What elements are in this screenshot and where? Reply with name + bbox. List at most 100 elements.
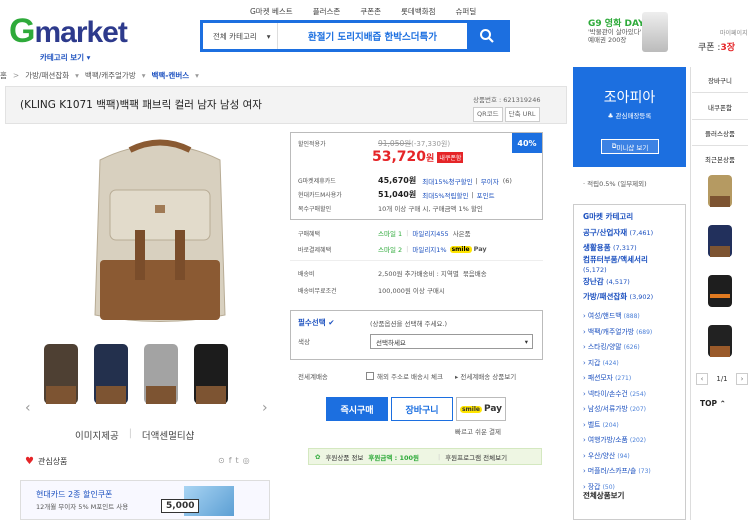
top-nav-best[interactable]: G마켓 베스트	[250, 6, 293, 17]
search-button[interactable]	[467, 23, 507, 49]
overseas-products-link[interactable]: ▸ 전세계배송 상품보기	[455, 371, 516, 381]
chevron-right-icon[interactable]: ›	[735, 373, 748, 385]
top-nav-coupon[interactable]: 쿠폰존	[360, 6, 381, 17]
seller-favorite-button[interactable]: ♣ 관심매장등록	[573, 110, 686, 120]
smile-point-1[interactable]: 스마일 1	[378, 228, 402, 238]
share-icon[interactable]: ⊙	[218, 456, 225, 465]
recent-item-image[interactable]	[704, 222, 736, 258]
category-panel-title: G마켓 카테고리	[583, 212, 634, 221]
thumbnail-brown[interactable]	[40, 338, 82, 408]
subcategory-item[interactable]: › 백팩/캐주얼가방 (689)	[583, 325, 652, 341]
breadcrumb-item[interactable]: 가방/패션잡화	[25, 70, 69, 81]
product-title: (KLING K1071 백팩)백팩 패브릭 컬러 남자 남성 여자	[20, 99, 262, 111]
my-coupon-button[interactable]: 내쿠폰함	[437, 151, 464, 163]
top-nav-plus[interactable]: 플러스존	[313, 6, 341, 17]
seller-panel: 조아피아 ♣ 관심매장등록 ⧉ 미니샵 보기	[573, 67, 686, 167]
easy-pay-label: 빠르고 쉬운 결제	[455, 428, 501, 436]
subcategory-item[interactable]: › 우산/양산 (94)	[583, 449, 652, 465]
add-to-cart-button[interactable]: 장바구니	[391, 397, 453, 421]
gmarket-logo[interactable]: Gmarket	[9, 12, 128, 51]
subcategory-item[interactable]: › 넥타이/손수건 (254)	[583, 387, 652, 403]
subcategory-item[interactable]: › 남성/서류가방 (207)	[583, 402, 652, 418]
thumb-next-arrow-icon[interactable]: ›	[262, 400, 268, 416]
promo-image	[642, 12, 668, 52]
color-select[interactable]: 선택하세요 ▾	[370, 334, 533, 349]
blog-icon[interactable]: ◎	[243, 456, 250, 465]
facebook-icon[interactable]: f	[229, 456, 232, 465]
subcategory-item[interactable]: › 머플러/스카프/숄 (73)	[583, 464, 652, 480]
category-list: 공구/산업자재 (7,461) 생활용품 (7,317) 컴퓨터부품/액세서리(…	[583, 226, 653, 304]
overseas-checkbox[interactable]	[366, 372, 374, 380]
thumbnail-navy[interactable]	[90, 338, 132, 408]
subcategory-item[interactable]: › 벨트 (204)	[583, 418, 652, 434]
card-discount-link[interactable]: 최대15%청구할인	[422, 176, 472, 186]
sale-price-label: 할인적용가	[298, 141, 326, 148]
category-item[interactable]: 공구/산업자재 (7,461)	[583, 226, 653, 241]
interest-free-link[interactable]: 무이자	[481, 176, 499, 186]
breadcrumb-item[interactable]: 백팩/캐주얼가방	[85, 70, 136, 81]
seller-name[interactable]: 조아피아	[573, 87, 686, 107]
multi-buy-desc: 10개 이상 구매 시, 구매금액 1% 할인	[378, 205, 483, 213]
category-item[interactable]: 가방/패션잡화 (3,902)	[583, 290, 653, 305]
mileage-455[interactable]: 마일리지455	[412, 228, 448, 238]
quick-coupon[interactable]: 내쿠폰함	[690, 102, 750, 112]
quick-cart[interactable]: 장바구니	[690, 75, 750, 85]
recent-item-image[interactable]	[704, 172, 736, 208]
sponsor-program-link[interactable]: 후원프로그램 전체보기	[445, 452, 507, 462]
qr-code-button[interactable]: QR코드	[473, 107, 503, 122]
subcategory-item[interactable]: › 스타킹/양말 (626)	[583, 340, 652, 356]
check-icon: ✔	[328, 318, 335, 327]
quick-plus[interactable]: 플러스상품	[690, 128, 750, 138]
promo-banner[interactable]: G9 영화 DAY '박물관이 살아있다' 예매권 200장	[588, 20, 688, 45]
card-price: 45,670원	[378, 176, 417, 185]
sponsor-bar: ✿ 후원상품 정보 후원금액 : 100원 | 후원프로그램 전체보기	[308, 448, 542, 465]
bundle-shipping-link[interactable]: 묶음배송	[463, 268, 487, 278]
coupon-count[interactable]: 쿠폰 :3장	[698, 40, 735, 53]
breadcrumb-current[interactable]: 백팩-캔버스	[152, 70, 190, 81]
search-input[interactable]: 환절기 도리지배즙 한박스더특가	[278, 29, 467, 43]
thumbnail-gray[interactable]	[140, 338, 182, 408]
smilepay-icon: smile	[449, 245, 472, 253]
subcategory-item[interactable]: › 지갑 (424)	[583, 356, 652, 372]
smile-point-2[interactable]: 스마일 2	[378, 244, 402, 254]
recent-pager: ‹ 1/1 ›	[696, 373, 748, 385]
search-category-select[interactable]: 전체 카테고리 ▾	[203, 23, 278, 49]
shop-link[interactable]: 더액센멀티샵	[142, 428, 194, 442]
recent-item-image[interactable]	[704, 272, 736, 308]
top-nav-lotte[interactable]: 롯데백화점	[401, 6, 436, 17]
free-shipping-condition: 100,000원 이상 구매시	[378, 287, 445, 295]
short-url-button[interactable]: 단축 URL	[504, 107, 540, 122]
shipping-fee: 2,500원 추가배송비 : 지역별	[378, 270, 459, 278]
minishop-button[interactable]: ⧉ 미니샵 보기	[601, 139, 659, 154]
top-nav-superdeal[interactable]: 슈퍼딜	[456, 6, 477, 17]
thumbnail-black[interactable]	[190, 338, 232, 408]
chevron-down-icon: ▾	[524, 337, 528, 346]
required-option-label: 필수선택 ✔	[298, 318, 335, 327]
buy-now-button[interactable]: 즉시구매	[326, 397, 388, 421]
breadcrumb-home[interactable]: 홈	[0, 70, 7, 81]
favorite-button[interactable]: ♥ 관심상품	[25, 456, 67, 467]
category-item[interactable]: 장난감 (4,517)	[583, 275, 653, 290]
image-provided-label: 이미지제공	[75, 431, 119, 442]
search-bar: 전체 카테고리 ▾ 환절기 도리지배즙 한박스더특가	[200, 20, 510, 52]
category-item[interactable]: 컴퓨터부품/액세서리 (5,172)	[583, 255, 653, 275]
subcategory-item[interactable]: › 여성/핸드백 (888)	[583, 309, 652, 325]
top-button[interactable]: TOP ⌃	[700, 399, 726, 408]
subcategory-item[interactable]: › 패션모자 (271)	[583, 371, 652, 387]
twitter-icon[interactable]: t	[236, 456, 239, 465]
subcategory-item[interactable]: › 여행가방/소품 (202)	[583, 433, 652, 449]
mypage-link[interactable]: 마이페이지	[720, 30, 748, 37]
recent-item-image[interactable]	[704, 322, 736, 358]
thumbnail-strip	[40, 338, 232, 408]
all-products-link[interactable]: 전체상품보기	[583, 490, 624, 501]
category-view-button[interactable]: 카테고리 보기 ▾	[40, 52, 90, 63]
smile-pay-button[interactable]: smile Pay	[456, 397, 506, 421]
image-links: 이미지제공 | 더액센멀티샵	[75, 428, 195, 442]
thumb-prev-arrow-icon[interactable]: ‹	[25, 400, 31, 416]
category-item[interactable]: 생활용품 (7,317)	[583, 241, 653, 256]
mileage-1pct[interactable]: 마일리지1%	[412, 244, 446, 254]
discount-amount: (-37,330원)	[411, 139, 451, 148]
chevron-left-icon[interactable]: ‹	[696, 373, 708, 385]
card-banner[interactable]: 현대카드 2종 할인쿠폰 12개월 무이자 5% M포인트 사용 5,000	[20, 480, 270, 520]
quick-recent[interactable]: 최근본상품	[690, 154, 750, 164]
